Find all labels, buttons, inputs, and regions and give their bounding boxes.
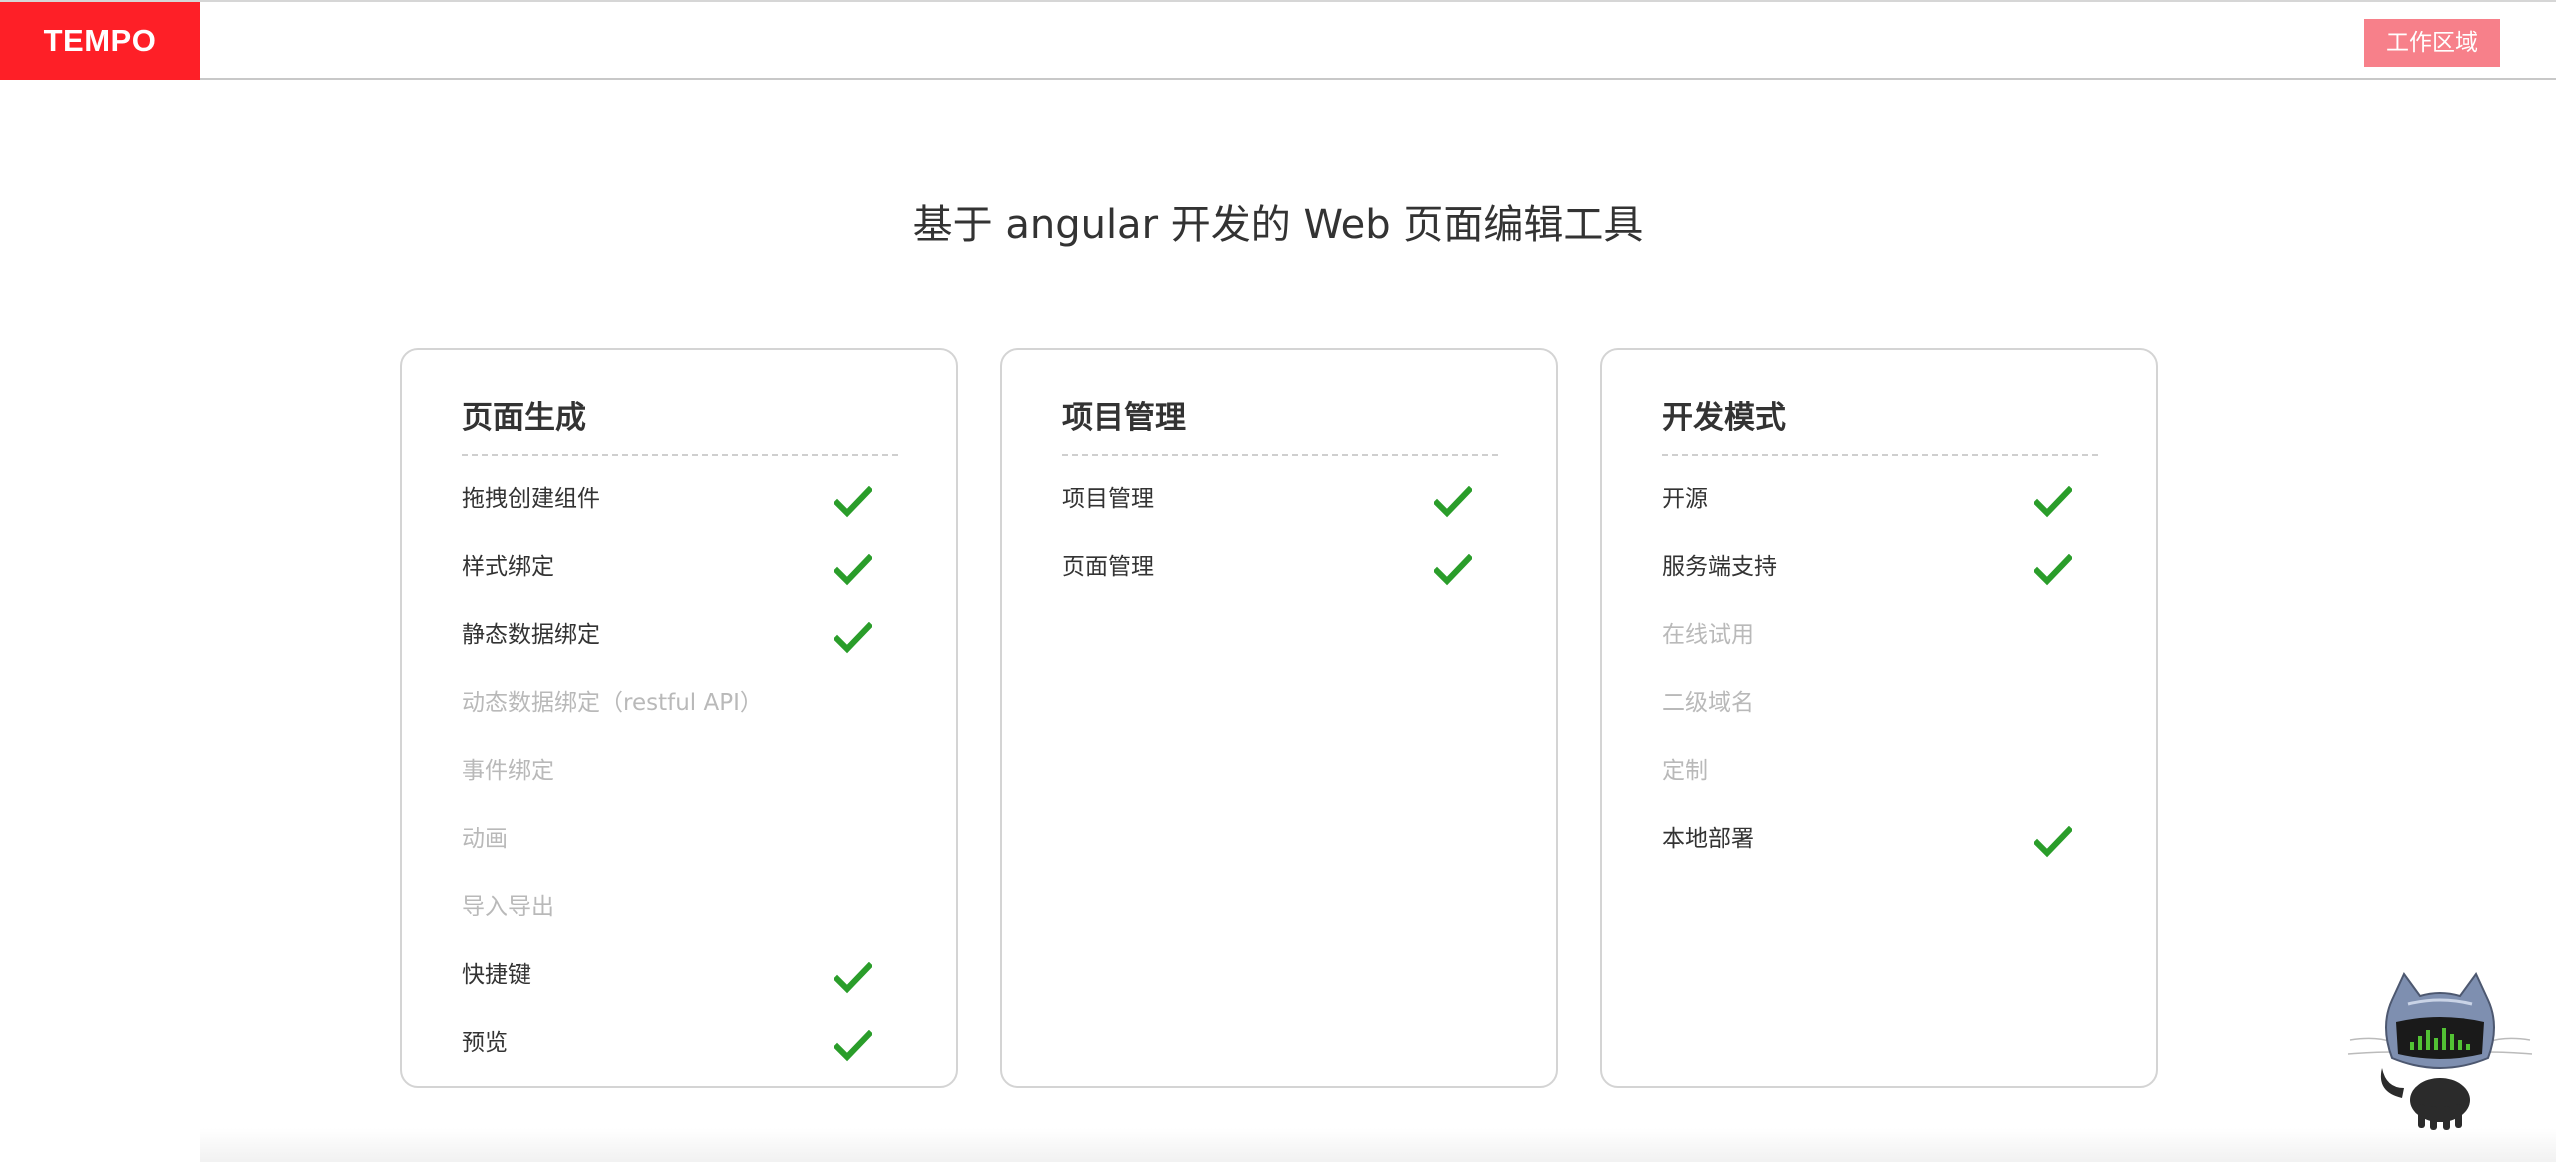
feature-row: 项目管理 (1062, 478, 1498, 546)
card-title: 页面生成 (462, 400, 586, 436)
feature-row: 导入导出 (462, 886, 898, 954)
feature-label: 开源 (1662, 486, 1708, 512)
feature-label: 动画 (462, 826, 508, 852)
feature-row: 在线试用 (1662, 614, 2098, 682)
feature-label: 静态数据绑定 (462, 622, 600, 648)
check-icon (834, 622, 872, 654)
feature-row: 动态数据绑定（restful API） (462, 682, 898, 750)
feature-label: 动态数据绑定（restful API） (462, 690, 763, 716)
feature-row: 开源 (1662, 478, 2098, 546)
feature-list: 项目管理 页面管理 (1062, 478, 1498, 614)
feature-row: 页面管理 (1062, 546, 1498, 614)
card-divider (1062, 454, 1498, 456)
feature-card-project-management: 项目管理 项目管理页面管理 (1000, 348, 1558, 1088)
feature-label: 页面管理 (1062, 554, 1154, 580)
feature-label: 服务端支持 (1662, 554, 1777, 580)
feature-list: 拖拽创建组件 样式绑定静态数据绑定动态数据绑定（restful API） 事件绑定动… (462, 478, 898, 1090)
feature-card-page-generation: 页面生成 拖拽创建组件 样式绑定静态数据绑定动态数据绑定（restful API）… (400, 348, 958, 1088)
feature-label: 样式绑定 (462, 554, 554, 580)
feature-card-development-mode: 开发模式 开源服务端支持在线试用二级域名定制本地部署 (1600, 348, 2158, 1088)
feature-list: 开源服务端支持在线试用二级域名定制本地部署 (1662, 478, 2098, 886)
feature-row: 拖拽创建组件 (462, 478, 898, 546)
feature-row: 二级域名 (1662, 682, 2098, 750)
page-headline: 基于 angular 开发的 Web 页面编辑工具 (912, 202, 1644, 248)
check-icon (2034, 826, 2072, 858)
feature-row: 事件绑定 (462, 750, 898, 818)
feature-label: 预览 (462, 1030, 508, 1056)
feature-row: 服务端支持 (1662, 546, 2098, 614)
feature-row: 动画 (462, 818, 898, 886)
card-title: 开发模式 (1662, 400, 1786, 436)
check-icon (1434, 486, 1472, 518)
check-icon (834, 554, 872, 586)
check-icon (1434, 554, 1472, 586)
feature-label: 快捷键 (462, 962, 531, 988)
tempo-logo[interactable]: TEMPO (0, 2, 200, 80)
feature-label: 本地部署 (1662, 826, 1754, 852)
top-navbar: TEMPO 工作区域 (0, 0, 2556, 80)
feature-row: 预览 (462, 1022, 898, 1090)
check-icon (834, 962, 872, 994)
card-divider (1662, 454, 2098, 456)
workspace-button[interactable]: 工作区域 (2364, 19, 2500, 67)
feature-label: 定制 (1662, 758, 1708, 784)
card-divider (462, 454, 898, 456)
bottom-shade (200, 1128, 2556, 1162)
check-icon (2034, 554, 2072, 586)
feature-row: 定制 (1662, 750, 2098, 818)
feature-row: 静态数据绑定 (462, 614, 898, 682)
octocat-icon[interactable] (2340, 968, 2540, 1132)
check-icon (2034, 486, 2072, 518)
feature-row: 样式绑定 (462, 546, 898, 614)
feature-row: 快捷键 (462, 954, 898, 1022)
check-icon (834, 1030, 872, 1062)
feature-label: 在线试用 (1662, 622, 1754, 648)
feature-label: 拖拽创建组件 (462, 486, 600, 512)
card-title: 项目管理 (1062, 400, 1186, 436)
feature-label: 导入导出 (462, 894, 554, 920)
feature-row: 本地部署 (1662, 818, 2098, 886)
feature-label: 事件绑定 (462, 758, 554, 784)
feature-label: 二级域名 (1662, 690, 1754, 716)
feature-label: 项目管理 (1062, 486, 1154, 512)
check-icon (834, 486, 872, 518)
